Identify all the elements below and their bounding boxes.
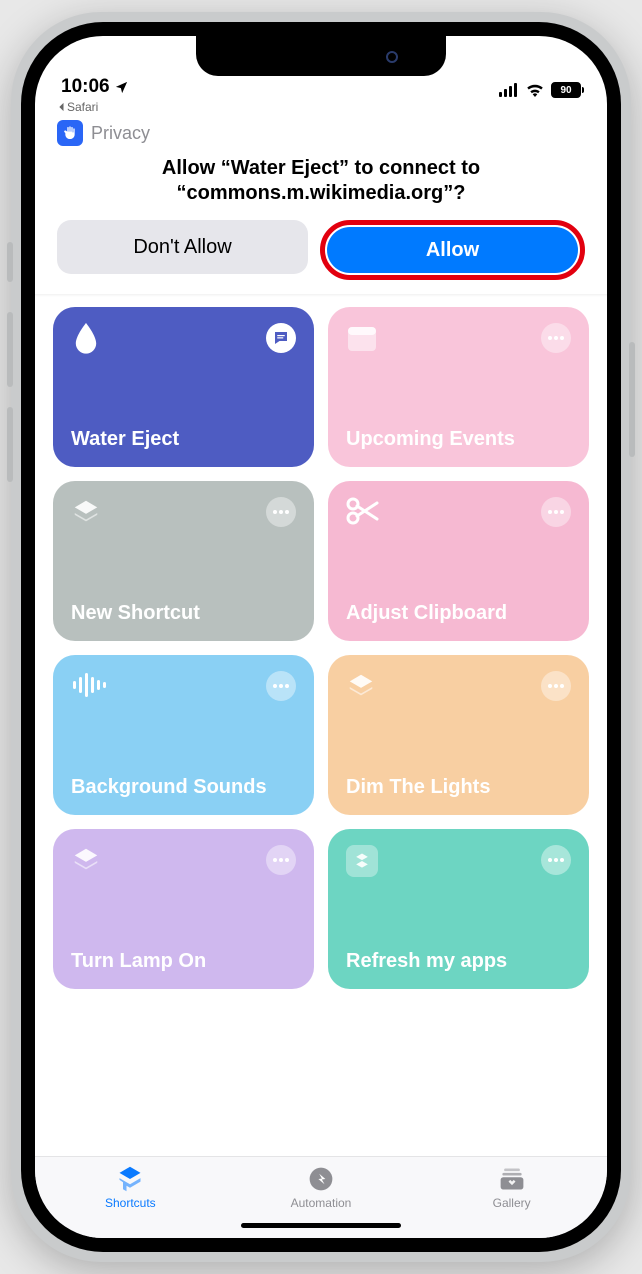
- shortcut-tile[interactable]: Adjust Clipboard: [328, 481, 589, 641]
- tile-label: New Shortcut: [71, 601, 296, 625]
- shortcut-tile[interactable]: Dim The Lights: [328, 655, 589, 815]
- wifi-icon: [525, 83, 545, 97]
- shortcut-tile[interactable]: Refresh my apps: [328, 829, 589, 989]
- status-time: 10:06: [61, 76, 110, 98]
- automation-tab-icon: [307, 1165, 335, 1193]
- allow-button[interactable]: Allow: [327, 227, 578, 273]
- shortcut-tile[interactable]: Water Eject: [53, 307, 314, 467]
- calendar-icon: [346, 323, 378, 353]
- tile-menu-button[interactable]: [266, 845, 296, 875]
- location-icon: [114, 80, 129, 95]
- tile-label: Water Eject: [71, 427, 296, 451]
- layers-icon: [71, 497, 101, 527]
- layers-icon: [346, 671, 376, 701]
- shortcut-tile[interactable]: Turn Lamp On: [53, 829, 314, 989]
- chat-bubble-icon[interactable]: [266, 323, 296, 353]
- tab-shortcuts[interactable]: Shortcuts: [70, 1165, 190, 1210]
- gallery-tab-icon: [497, 1165, 527, 1193]
- tile-menu-button[interactable]: [541, 323, 571, 353]
- privacy-label: Privacy: [91, 123, 150, 144]
- tile-menu-button[interactable]: [541, 671, 571, 701]
- tab-automation[interactable]: Automation: [261, 1165, 381, 1210]
- shortcuts-badge-icon: [346, 845, 378, 877]
- dont-allow-button[interactable]: Don't Allow: [57, 220, 308, 274]
- home-indicator[interactable]: [241, 1223, 401, 1228]
- tab-label: Shortcuts: [105, 1196, 156, 1210]
- cellular-icon: [499, 83, 519, 97]
- tab-gallery[interactable]: Gallery: [452, 1165, 572, 1210]
- tile-label: Adjust Clipboard: [346, 601, 571, 625]
- tab-label: Gallery: [493, 1196, 531, 1210]
- tile-label: Turn Lamp On: [71, 949, 296, 973]
- water-drop-icon: [71, 323, 101, 357]
- shortcuts-grid: Water Eject Upcoming Events New Shortcut Ad…: [35, 297, 607, 1156]
- tile-label: Refresh my apps: [346, 949, 571, 973]
- privacy-sheet: Privacy Allow “Water Eject” to connect t…: [35, 114, 607, 294]
- tile-label: Background Sounds: [71, 775, 296, 799]
- tile-menu-button[interactable]: [266, 671, 296, 701]
- shortcut-tile[interactable]: Background Sounds: [53, 655, 314, 815]
- shortcut-tile[interactable]: Upcoming Events: [328, 307, 589, 467]
- tab-label: Automation: [291, 1196, 352, 1210]
- privacy-prompt: Allow “Water Eject” to connect to “commo…: [53, 156, 589, 220]
- tile-menu-button[interactable]: [541, 497, 571, 527]
- device-notch: [196, 36, 446, 76]
- tile-label: Dim The Lights: [346, 775, 571, 799]
- tile-label: Upcoming Events: [346, 427, 571, 451]
- battery-indicator: 90: [551, 82, 581, 98]
- layers-icon: [71, 845, 101, 875]
- waveform-icon: [71, 671, 107, 699]
- allow-button-highlight: Allow: [320, 220, 585, 280]
- shortcut-tile[interactable]: New Shortcut: [53, 481, 314, 641]
- tile-menu-button[interactable]: [266, 497, 296, 527]
- privacy-hand-icon: [57, 120, 83, 146]
- app-back-breadcrumb[interactable]: Safari: [35, 100, 607, 114]
- chevron-left-icon: [57, 102, 65, 112]
- shortcuts-tab-icon: [115, 1165, 145, 1193]
- scissors-icon: [346, 497, 380, 525]
- tile-menu-button[interactable]: [541, 845, 571, 875]
